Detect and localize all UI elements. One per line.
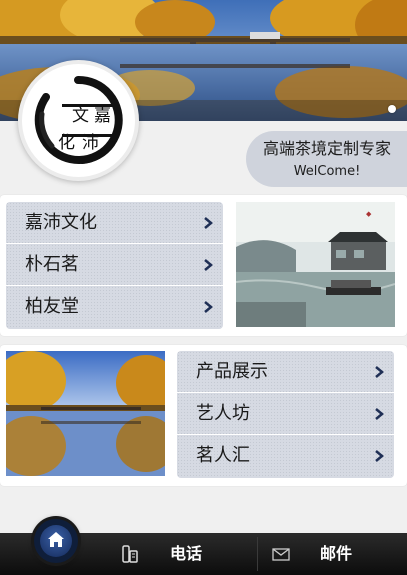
menu-item-label: 嘉沛文化 (25, 212, 97, 233)
chevron-right-icon (375, 450, 384, 462)
svg-text:◆: ◆ (366, 210, 372, 218)
chevron-right-icon (204, 259, 213, 271)
menu-item-label: 产品展示 (196, 361, 268, 382)
mail-button[interactable]: 邮件 (258, 533, 407, 575)
slide-indicator-dot[interactable] (388, 105, 396, 113)
brand-menu: 嘉沛文化 朴石茗 柏友堂 (6, 202, 223, 329)
nav-card-2: 产品展示 艺人坊 茗人汇 (0, 345, 407, 486)
nav-card-1: 嘉沛文化 朴石茗 柏友堂 ◆ (0, 195, 407, 336)
logo-char-2: 嘉 (94, 106, 111, 126)
menu-item-label: 朴石茗 (25, 254, 79, 275)
slogan-title: 高端茶境定制专家 (262, 139, 391, 158)
chevron-right-icon (204, 301, 213, 313)
product-menu: 产品展示 艺人坊 茗人汇 (177, 351, 394, 478)
mail-icon (272, 548, 290, 561)
chevron-right-icon (204, 217, 213, 229)
menu-item-label: 艺人坊 (196, 403, 250, 424)
menu-item-baiyoutang[interactable]: 柏友堂 (6, 286, 223, 328)
menu-item-tea-club[interactable]: 茗人汇 (177, 435, 394, 477)
menu-item-label: 柏友堂 (25, 296, 79, 317)
mail-label: 邮件 (320, 544, 353, 563)
logo-char-4: 沛 (82, 133, 99, 153)
menu-item-products[interactable]: 产品展示 (177, 351, 394, 393)
autumn-bridge-image[interactable] (6, 351, 165, 476)
logo-char-3: 化 (58, 133, 75, 153)
home-icon (48, 532, 64, 547)
menu-item-label: 茗人汇 (196, 445, 250, 466)
chevron-right-icon (375, 408, 384, 420)
chevron-right-icon (375, 366, 384, 378)
slogan-subtitle: WelCome! (293, 164, 361, 179)
slogan-badge: 高端茶境定制专家 WelCome! (246, 131, 407, 187)
home-button[interactable] (34, 519, 78, 563)
phone-label: 电话 (170, 544, 203, 563)
menu-item-pushiming[interactable]: 朴石茗 (6, 244, 223, 286)
brand-logo: 文 嘉 化 沛 (18, 60, 139, 181)
menu-item-jiapei-culture[interactable]: 嘉沛文化 (6, 202, 223, 244)
logo-char-1: 文 (72, 106, 89, 126)
phone-button[interactable]: 电话 (110, 533, 255, 575)
phone-icon (122, 545, 138, 563)
water-town-image[interactable]: ◆ (236, 202, 395, 327)
menu-item-artisans[interactable]: 艺人坊 (177, 393, 394, 435)
